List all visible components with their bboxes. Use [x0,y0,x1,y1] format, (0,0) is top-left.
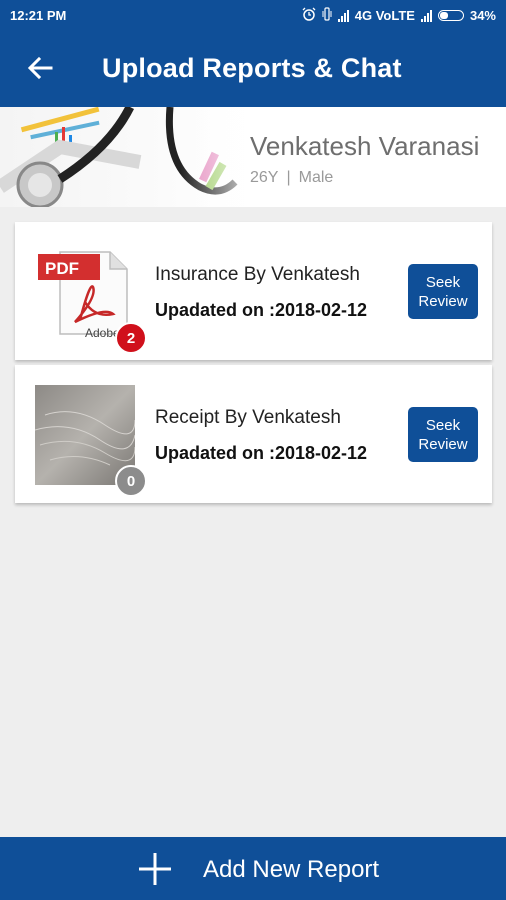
report-name: Receipt By Venkatesh [155,407,341,428]
comment-count-badge: 0 [115,465,147,497]
seek-review-label-line2: Review [418,292,468,310]
report-card[interactable]: 0 Receipt By Venkatesh Upadated on :2018… [15,365,492,503]
profile-banner: Venkatesh Varanasi 26Y | Male [0,107,506,207]
add-new-report-button[interactable]: Add New Report [0,837,506,900]
patient-meta: 26Y | Male [250,169,333,187]
status-icons: 4G VoLTE 34% [302,7,496,24]
seek-review-label-line1: Seek [425,416,461,434]
report-card[interactable]: PDF Adobe 2 Insurance By Venkatesh Upada… [15,222,492,360]
comment-count-badge: 2 [115,322,147,354]
signal-icon [337,9,349,22]
seek-review-button[interactable]: Seek Review [408,264,478,319]
report-name: Insurance By Venkatesh [155,264,360,285]
patient-age: 26Y [250,169,279,186]
meta-separator: | [286,169,291,186]
app-bar: Upload Reports & Chat [0,30,506,107]
battery-percent: 34% [469,8,496,23]
report-updated-date: Upadated on :2018-02-12 [155,300,368,320]
report-updated-date: Upadated on :2018-02-12 [155,443,368,463]
status-bar: 12:21 PM 4G VoLTE 34% [0,0,506,30]
status-time: 12:21 PM [10,8,67,23]
back-arrow-icon [27,56,53,80]
battery-icon [437,10,464,21]
plus-icon [139,853,171,885]
network-label: 4G VoLTE [354,8,415,23]
seek-review-label-line2: Review [418,435,468,453]
page-title: Upload Reports & Chat [102,53,402,83]
pdf-label: PDF [45,259,79,278]
signal-icon [420,9,432,22]
patient-gender: Male [298,169,334,186]
back-button[interactable] [20,50,60,86]
add-new-report-label: Add New Report [203,856,380,883]
seek-review-label-line1: Seek [425,273,461,291]
alarm-icon [302,7,316,24]
patient-name: Venkatesh Varanasi [250,131,480,161]
seek-review-button[interactable]: Seek Review [408,407,478,462]
vibrate-icon [322,7,332,24]
